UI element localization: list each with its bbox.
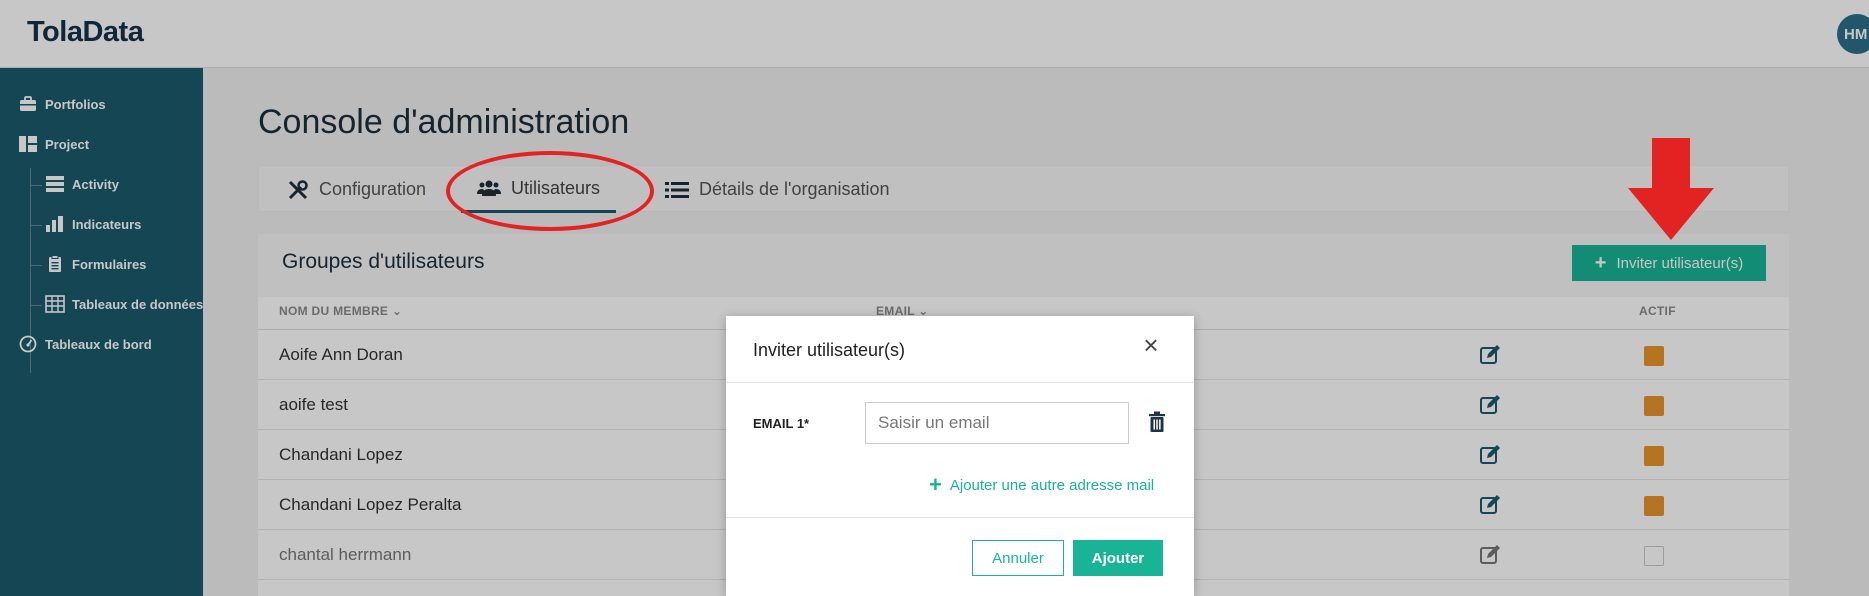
email-input[interactable] <box>865 402 1129 444</box>
add-another-email-link[interactable]: + Ajouter une autre adresse mail <box>929 472 1154 498</box>
divider <box>726 382 1194 383</box>
add-another-email-label: Ajouter une autre adresse mail <box>949 476 1155 494</box>
close-icon[interactable]: × <box>1139 332 1163 358</box>
submit-button[interactable]: Ajouter <box>1073 540 1163 576</box>
annotation-arrow-icon <box>1628 138 1714 240</box>
divider <box>726 517 1194 518</box>
cancel-button[interactable]: Annuler <box>972 540 1064 576</box>
email-label: EMAIL 1* <box>753 416 810 431</box>
trash-icon[interactable] <box>1148 411 1166 433</box>
modal-title: Inviter utilisateur(s) <box>753 340 906 360</box>
annotation-ellipse <box>446 151 654 231</box>
plus-icon: + <box>929 472 942 497</box>
invite-users-modal: Inviter utilisateur(s) × EMAIL 1* + Ajou… <box>726 316 1194 596</box>
